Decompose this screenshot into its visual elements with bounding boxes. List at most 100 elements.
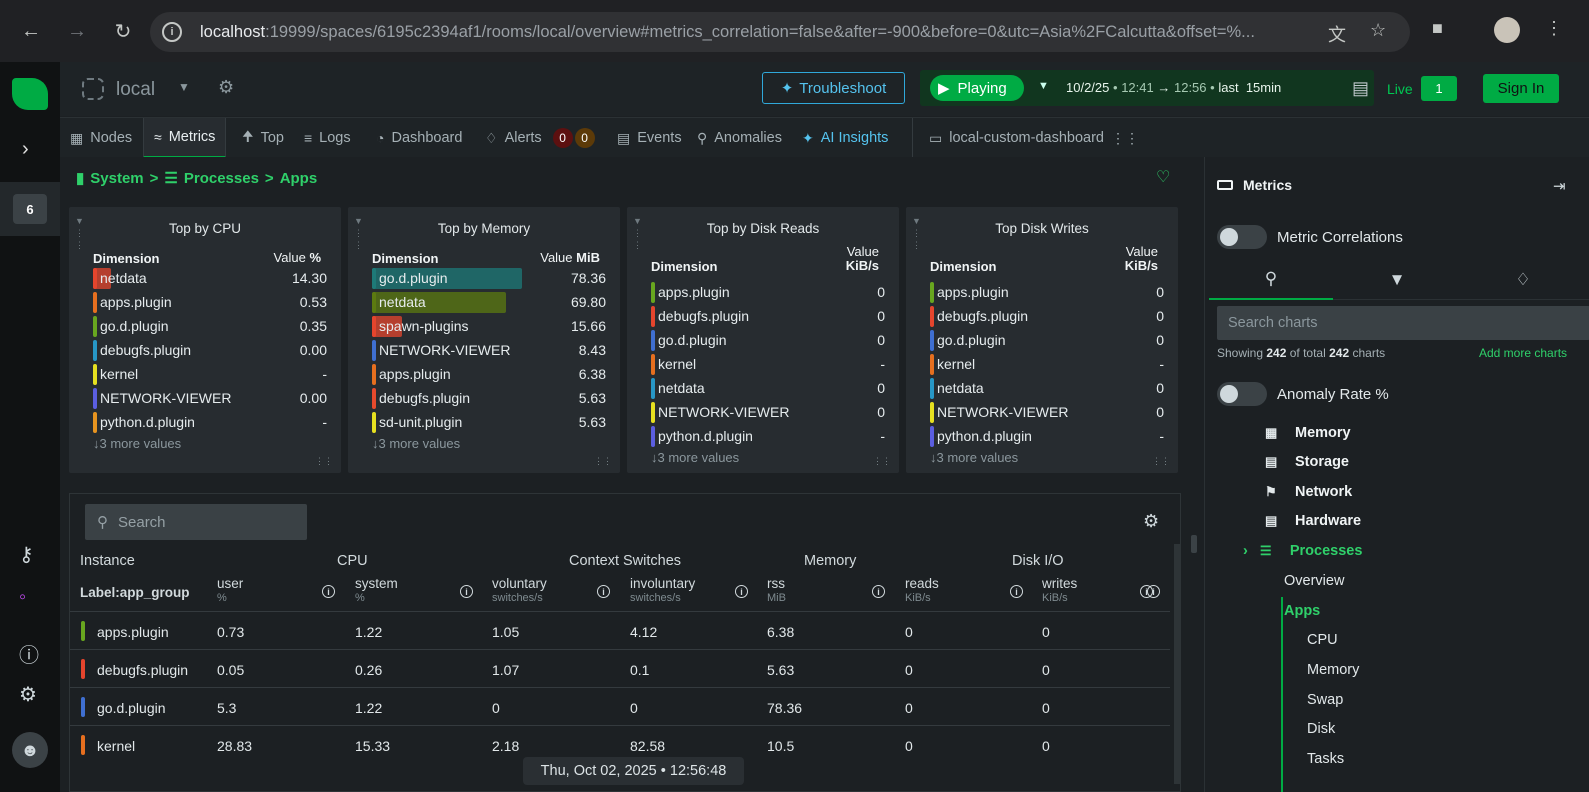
card-row[interactable]: NETWORK-VIEWER 8.43 xyxy=(372,339,606,361)
column-header[interactable]: involuntary switches/s xyxy=(630,576,695,604)
card-row[interactable]: go.d.plugin 0 xyxy=(930,329,1164,351)
card-row[interactable]: NETWORK-VIEWER 0 xyxy=(651,401,885,423)
column-header[interactable]: system% xyxy=(355,576,398,604)
more-values-link[interactable]: ↓3 more values xyxy=(93,436,181,451)
tab-events[interactable]: ▤ Events xyxy=(617,118,682,158)
room-name[interactable]: local xyxy=(116,79,155,101)
nav-overview[interactable]: Overview xyxy=(1284,573,1344,589)
reload-icon[interactable]: ↻ xyxy=(110,18,136,44)
card-row[interactable]: debugfs.plugin 5.63 xyxy=(372,387,606,409)
playing-button[interactable]: ▶ Playing xyxy=(930,75,1024,101)
nav-disk[interactable]: Disk xyxy=(1307,721,1335,737)
table-row[interactable]: debugfs.plugin 0.05 0.26 1.07 0.1 5.63 0 0 xyxy=(70,649,1170,687)
table-row[interactable]: apps.plugin 0.73 1.22 1.05 4.12 6.38 0 0 xyxy=(70,611,1170,649)
card-row[interactable]: debugfs.plugin 0.00 xyxy=(93,339,327,361)
metric-correlations-toggle[interactable] xyxy=(1217,225,1267,249)
table-row[interactable]: go.d.plugin 5.3 1.22 0 0 78.36 0 0 xyxy=(70,687,1170,725)
card-row[interactable]: kernel - xyxy=(651,353,885,375)
nav-network[interactable]: ⚑ Network xyxy=(1265,484,1352,500)
troubleshoot-button[interactable]: ✦ Troubleshoot xyxy=(762,72,905,104)
resize-icon[interactable]: ⋮⋮ xyxy=(1152,456,1170,467)
nodes-db-icon[interactable]: ▤ xyxy=(1352,78,1369,99)
collapse-sidebar-icon[interactable]: ⇥ xyxy=(1553,177,1566,195)
critical-alert-count[interactable]: 0 xyxy=(552,128,573,148)
address-bar[interactable]: i localhost:19999/spaces/6195c2394af1/ro… xyxy=(150,12,1410,52)
card-row[interactable]: go.d.plugin 0 xyxy=(651,329,885,351)
tab-metrics[interactable]: ≈ Metrics xyxy=(143,118,227,158)
drag-handle-icon[interactable]: ⋮⋮ xyxy=(1111,130,1139,147)
more-values-link[interactable]: ↓3 more values xyxy=(372,436,460,451)
netdata-logo[interactable] xyxy=(12,78,48,110)
card-row[interactable]: kernel - xyxy=(93,363,327,385)
nav-memory-sub[interactable]: Memory xyxy=(1307,662,1359,678)
card-row[interactable]: apps.plugin 0.53 xyxy=(93,291,327,313)
warning-alert-count[interactable]: 0 xyxy=(574,128,595,148)
profile-avatar[interactable] xyxy=(1494,17,1520,43)
card-row[interactable]: python.d.plugin - xyxy=(930,425,1164,447)
back-icon[interactable]: ← xyxy=(18,18,44,44)
column-header[interactable]: reads KiB/s xyxy=(905,576,939,604)
tab-nodes[interactable]: ▦ Nodes xyxy=(70,118,132,158)
card-row[interactable]: go.d.plugin 0.35 xyxy=(93,315,327,337)
settings-icon[interactable]: ⚙ xyxy=(19,682,37,707)
crumb-system[interactable]: System xyxy=(90,170,143,187)
column-header[interactable]: user% xyxy=(217,576,243,604)
anomaly-rate-toggle[interactable] xyxy=(1217,382,1267,406)
card-row[interactable]: apps.plugin 0 xyxy=(930,281,1164,303)
card-row[interactable]: NETWORK-VIEWER 0 xyxy=(930,401,1164,423)
help-icon[interactable]: ⓘ xyxy=(19,639,39,668)
card-row[interactable]: go.d.plugin 78.36 xyxy=(372,267,606,289)
url-text[interactable]: localhost:19999/spaces/6195c2394af1/room… xyxy=(200,23,1310,42)
filter-tab-icon[interactable]: ▼ xyxy=(1335,260,1459,300)
key-icon[interactable]: ⚷ xyxy=(19,542,34,567)
sign-in-button[interactable]: Sign In xyxy=(1483,74,1559,103)
menu-icon[interactable]: ⋮ xyxy=(1545,18,1563,39)
card-row[interactable]: netdata 0 xyxy=(930,377,1164,399)
card-row[interactable]: apps.plugin 6.38 xyxy=(372,363,606,385)
card-row[interactable]: spawn-plugins 15.66 xyxy=(372,315,606,337)
card-row[interactable]: sd-unit.plugin 5.63 xyxy=(372,411,606,433)
room-settings-icon[interactable]: ⚙ xyxy=(218,77,234,98)
card-row[interactable]: debugfs.plugin 0 xyxy=(930,305,1164,327)
more-values-link[interactable]: ↓3 more values xyxy=(651,450,739,465)
card-row[interactable]: NETWORK-VIEWER 0.00 xyxy=(93,387,327,409)
info-icon[interactable]: i xyxy=(460,585,473,598)
tab-ai-insights[interactable]: ✦ AI Insights xyxy=(802,118,888,158)
alerts-tab-icon[interactable]: ♢ xyxy=(1461,260,1585,300)
card-row[interactable]: debugfs.plugin 0 xyxy=(651,305,885,327)
tab-anomalies[interactable]: ⚲ Anomalies xyxy=(697,118,782,158)
more-values-link[interactable]: ↓3 more values xyxy=(930,450,1018,465)
forward-icon[interactable]: → xyxy=(64,18,90,44)
card-row[interactable]: apps.plugin 0 xyxy=(651,281,885,303)
live-count[interactable]: 1 xyxy=(1421,76,1457,101)
lightbulb-icon[interactable]: ◦ xyxy=(19,586,26,609)
column-header[interactable]: voluntary switches/s xyxy=(492,576,547,604)
chart-search-input[interactable]: Search charts xyxy=(1217,306,1589,340)
card-row[interactable]: python.d.plugin - xyxy=(651,425,885,447)
star-icon[interactable]: ☆ xyxy=(1370,20,1386,41)
nav-cpu[interactable]: CPU xyxy=(1307,632,1338,648)
info-icon[interactable]: i xyxy=(1010,585,1023,598)
tab-top[interactable]: 🠉 Top xyxy=(242,118,284,158)
nav-swap[interactable]: Swap xyxy=(1307,692,1343,708)
tab-custom-dashboard[interactable]: ▭ local-custom-dashboard ⋮⋮ xyxy=(912,118,1139,158)
nav-apps[interactable]: Apps xyxy=(1284,603,1320,619)
extensions-icon[interactable]: ■ xyxy=(1432,18,1443,39)
site-info-icon[interactable]: i xyxy=(162,22,182,42)
expand-chevron-icon[interactable]: › xyxy=(22,138,29,161)
resize-handle[interactable] xyxy=(1191,535,1197,553)
charts-tab-icon[interactable]: ⚲ xyxy=(1209,260,1333,300)
tab-alerts[interactable]: ♢ Alerts 00 xyxy=(485,118,595,158)
card-row[interactable]: netdata 0 xyxy=(651,377,885,399)
resize-icon[interactable]: ⋮⋮ xyxy=(873,456,891,467)
info-icon[interactable]: i xyxy=(322,585,335,598)
tab-logs[interactable]: ≡ Logs xyxy=(304,118,351,158)
nav-hardware[interactable]: ▤ Hardware xyxy=(1265,513,1361,529)
nav-tasks[interactable]: Tasks xyxy=(1307,751,1344,767)
info-icon[interactable]: i xyxy=(597,585,610,598)
crumb-processes[interactable]: Processes xyxy=(184,170,259,187)
crumb-apps[interactable]: Apps xyxy=(280,170,318,187)
info-icon[interactable]: i xyxy=(1140,585,1153,598)
tab-dashboard[interactable]: ◔ Dashboard xyxy=(376,118,462,158)
label-column-header[interactable]: Label:app_group xyxy=(80,585,190,600)
